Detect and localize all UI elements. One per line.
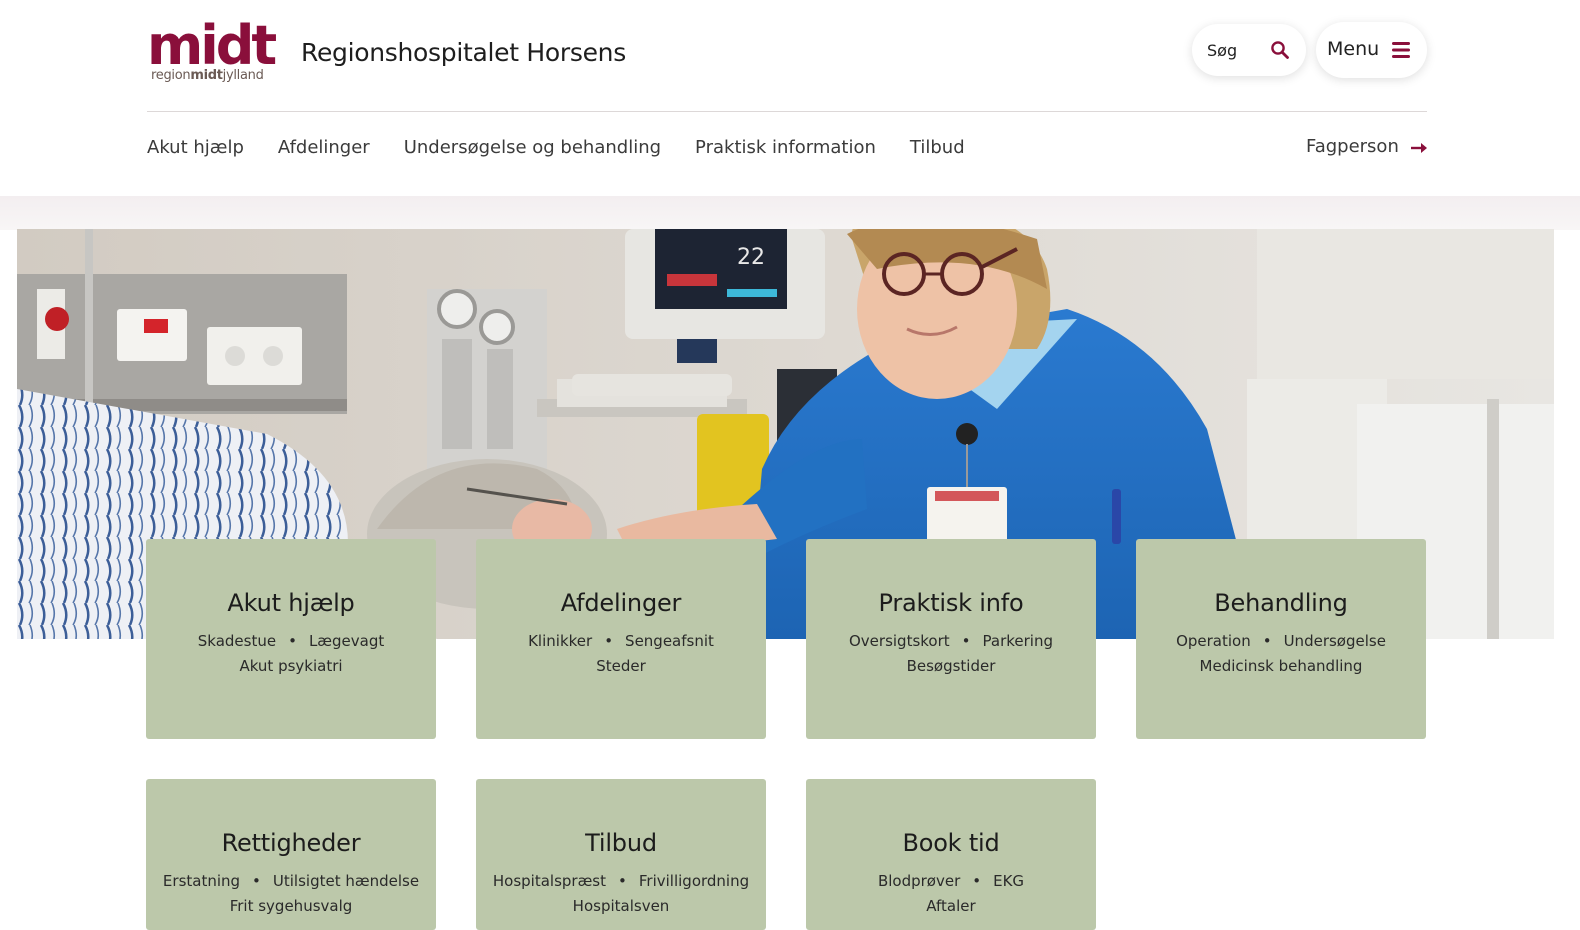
card-title: Behandling <box>1214 589 1348 617</box>
card-title: Tilbud <box>585 829 657 857</box>
main-nav: Akut hjælp Afdelinger Undersøgelse og be… <box>147 137 999 167</box>
card-link[interactable]: EKG <box>993 872 1024 890</box>
nav-item-praktisk-information[interactable]: Praktisk information <box>695 137 876 167</box>
logo-sub-midt: midt <box>190 68 223 83</box>
card-title: Rettigheder <box>221 829 361 857</box>
card-link[interactable]: Frivilligordning <box>639 872 749 890</box>
card-tilbud[interactable]: Tilbud Hospitalspræst • Frivilligordning H… <box>476 779 766 930</box>
card-behandling[interactable]: Behandling Operation • Undersøgelse Medici… <box>1136 539 1426 739</box>
card-book-tid[interactable]: Book tid Blodprøver • EKG Aftaler <box>806 779 1096 930</box>
card-rettigheder[interactable]: Rettigheder Erstatning • Utilsigtet hændel… <box>146 779 436 930</box>
separator-dot: • <box>961 632 971 650</box>
fagperson-link[interactable]: Fagperson <box>1306 136 1427 157</box>
card-link[interactable]: Operation <box>1176 632 1251 650</box>
card-praktisk-info[interactable]: Praktisk info Oversigtskort • Parkering Be… <box>806 539 1096 739</box>
card-links: Hospitalspræst • Frivilligordning Hospital… <box>476 869 766 919</box>
menu-button[interactable]: Menu <box>1316 22 1427 78</box>
card-link[interactable]: Parkering <box>983 632 1053 650</box>
card-afdelinger[interactable]: Afdelinger Klinikker • Sengeafsnit Steder <box>476 539 766 739</box>
card-links: Erstatning • Utilsigtet hændelse Frit syge… <box>146 869 436 919</box>
card-links: Klinikker • Sengeafsnit Steder <box>476 629 766 679</box>
header-divider <box>147 111 1427 112</box>
nav-item-undersoegelse[interactable]: Undersøgelse og behandling <box>404 137 661 167</box>
card-link[interactable]: Undersøgelse <box>1284 632 1386 650</box>
card-link[interactable]: Blodprøver <box>878 872 960 890</box>
logo-subtitle: regionmidtjylland <box>151 68 264 83</box>
card-link[interactable]: Besøgstider <box>907 657 996 675</box>
card-title: Praktisk info <box>878 589 1024 617</box>
separator-dot: • <box>618 872 627 890</box>
card-link[interactable]: Aftaler <box>926 897 975 915</box>
separator-dot: • <box>972 872 982 890</box>
card-link[interactable]: Lægevagt <box>309 632 384 650</box>
card-akut-hjaelp[interactable]: Akut hjælp Skadestue • Lægevagt Akut psyki… <box>146 539 436 739</box>
card-title: Book tid <box>902 829 1000 857</box>
card-links: Oversigtskort • Parkering Besøgstider <box>806 629 1096 679</box>
card-link[interactable]: Oversigtskort <box>849 632 950 650</box>
card-link[interactable]: Sengeafsnit <box>625 632 714 650</box>
nav-item-tilbud[interactable]: Tilbud <box>910 137 965 167</box>
search-icon <box>1271 41 1289 59</box>
nav-item-akut-hjaelp[interactable]: Akut hjælp <box>147 137 244 167</box>
monitor-value: 22 <box>737 245 765 270</box>
card-link[interactable]: Medicinsk behandling <box>1200 657 1363 675</box>
site-header: midt regionmidtjylland Regionshospitalet… <box>0 0 1580 196</box>
separator-dot: • <box>288 632 297 650</box>
separator-dot: • <box>252 872 261 890</box>
separator-dot: • <box>1262 632 1272 650</box>
card-link[interactable]: Akut psykiatri <box>239 657 342 675</box>
region-midtjylland-logo[interactable]: midt regionmidtjylland <box>147 16 277 88</box>
separator-dot: • <box>604 632 614 650</box>
card-link[interactable]: Erstatning <box>163 872 240 890</box>
card-title: Afdelinger <box>560 589 682 617</box>
card-link[interactable]: Klinikker <box>528 632 592 650</box>
logo-word: midt <box>147 14 277 77</box>
card-link[interactable]: Skadestue <box>198 632 276 650</box>
card-links: Skadestue • Lægevagt Akut psykiatri <box>146 629 436 679</box>
arrow-right-icon <box>1411 143 1427 153</box>
card-link[interactable]: Hospitalspræst <box>493 872 606 890</box>
site-name[interactable]: Regionshospitalet Horsens <box>301 38 626 67</box>
search-label: Søg <box>1207 40 1238 60</box>
card-link[interactable]: Steder <box>596 657 646 675</box>
logo-sub-region: region <box>151 68 191 83</box>
fagperson-label: Fagperson <box>1306 136 1399 157</box>
card-title: Akut hjælp <box>227 589 355 617</box>
search-button[interactable]: Søg <box>1192 24 1306 76</box>
card-link[interactable]: Hospitalsven <box>573 897 670 915</box>
menu-icon <box>1392 42 1410 58</box>
card-link[interactable]: Utilsigtet hændelse <box>273 872 419 890</box>
logo-sub-jylland: jylland <box>222 68 264 83</box>
nav-item-afdelinger[interactable]: Afdelinger <box>278 137 370 167</box>
card-links: Blodprøver • EKG Aftaler <box>806 869 1096 919</box>
card-link[interactable]: Frit sygehusvalg <box>230 897 353 915</box>
header-band <box>0 196 1580 230</box>
card-links: Operation • Undersøgelse Medicinsk behandl… <box>1136 629 1426 679</box>
menu-label: Menu <box>1327 38 1380 60</box>
